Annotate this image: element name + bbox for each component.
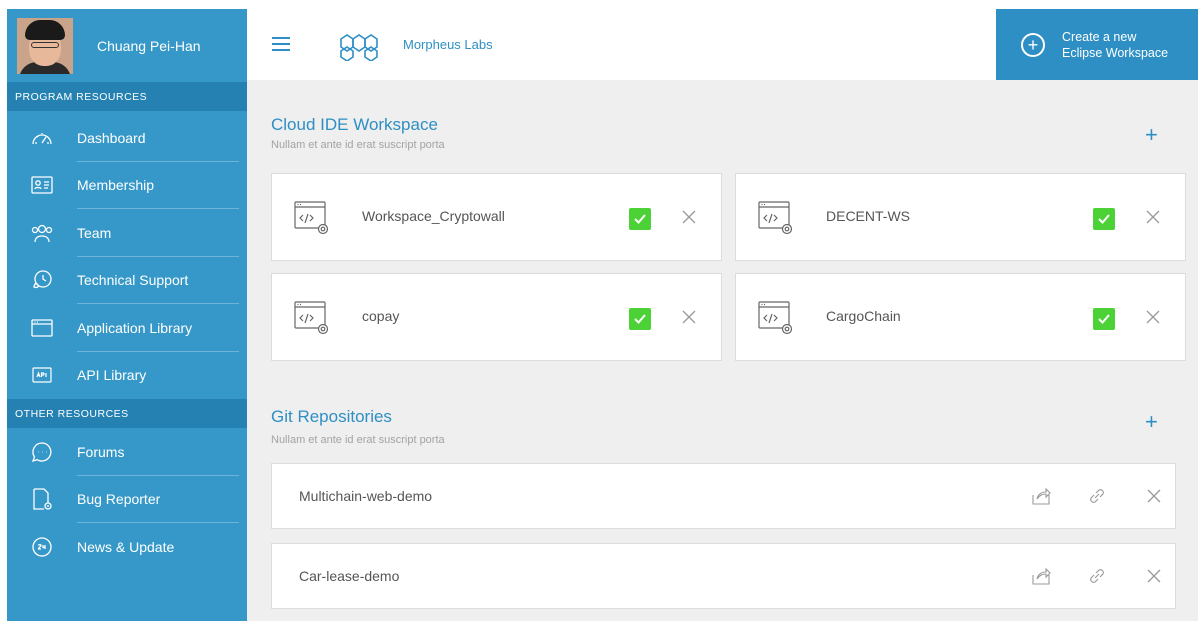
- repos-section-title: Git Repositories: [271, 407, 392, 426]
- news-icon: [7, 535, 77, 559]
- add-repository-button[interactable]: +: [1145, 409, 1158, 435]
- checkbox-checked-icon[interactable]: [629, 308, 651, 330]
- window-icon: [7, 316, 77, 340]
- id-card-icon: [7, 173, 77, 197]
- sidebar-item-application-library[interactable]: Application Library: [7, 304, 247, 352]
- checkbox-checked-icon[interactable]: [1093, 308, 1115, 330]
- sidebar-item-label: Technical Support: [77, 272, 189, 289]
- chat-bubble-icon: [7, 440, 77, 464]
- code-window-icon: [758, 201, 793, 235]
- close-icon[interactable]: [1142, 564, 1166, 588]
- main-content: Cloud IDE Workspace Nullam et ante id er…: [247, 80, 1198, 621]
- create-label-line1: Create a new: [1062, 29, 1137, 44]
- support-icon: [7, 268, 77, 292]
- share-icon[interactable]: [1029, 564, 1053, 588]
- checkbox-checked-icon[interactable]: [1093, 208, 1115, 230]
- create-label-line2: Eclipse Workspace: [1062, 45, 1169, 60]
- workspace-section-title: Cloud IDE Workspace: [271, 115, 438, 134]
- workspace-name: copay: [362, 308, 400, 324]
- sidebar-item-team[interactable]: Team: [7, 209, 247, 257]
- other-resources-heading: OTHER RESOURCES: [7, 399, 247, 428]
- program-resources-heading: PROGRAM RESOURCES: [7, 82, 247, 111]
- repos-section-subtitle: Nullam et ante id erat suscript porta: [271, 434, 445, 446]
- plus-circle-icon: +: [1021, 32, 1045, 57]
- workspace-section-subtitle: Nullam et ante id erat suscript porta: [271, 139, 445, 151]
- avatar[interactable]: [17, 17, 73, 74]
- workspace-card[interactable]: copay: [271, 273, 722, 361]
- repository-row[interactable]: Car-lease-demo: [271, 543, 1176, 609]
- workspace-name: CargoChain: [826, 308, 901, 324]
- code-window-icon: [758, 301, 793, 335]
- close-icon[interactable]: [1143, 307, 1163, 327]
- workspace-card[interactable]: Workspace_Cryptowall: [271, 173, 722, 261]
- code-window-icon: [294, 201, 329, 235]
- close-icon[interactable]: [679, 207, 699, 227]
- sidebar-item-dashboard[interactable]: Dashboard: [7, 114, 247, 162]
- sidebar-item-bug-reporter[interactable]: Bug Reporter: [7, 476, 247, 524]
- api-icon: [7, 363, 77, 387]
- link-icon[interactable]: [1085, 484, 1109, 508]
- code-window-icon: [294, 301, 329, 335]
- workspace-name: DECENT-WS: [826, 208, 910, 224]
- sidebar-item-label: Bug Reporter: [77, 491, 161, 508]
- close-icon[interactable]: [679, 307, 699, 327]
- sidebar-item-label: Application Library: [77, 319, 193, 336]
- program-resources-list: Dashboard Membership Team Technical Supp…: [7, 111, 247, 399]
- workspace-name: Workspace_Cryptowall: [362, 208, 505, 224]
- sidebar-item-label: Forums: [77, 443, 125, 460]
- other-resources-list: Forums Bug Reporter News & Update: [7, 428, 247, 571]
- sidebar-item-news-update[interactable]: News & Update: [7, 523, 247, 571]
- profile[interactable]: Chuang Pei-Han: [7, 9, 247, 82]
- bug-report-icon: [7, 487, 77, 511]
- sidebar-item-api-library[interactable]: API Library: [7, 352, 247, 400]
- create-workspace-button[interactable]: + Create a new Eclipse Workspace: [996, 9, 1198, 80]
- checkbox-checked-icon[interactable]: [629, 208, 651, 230]
- close-icon[interactable]: [1142, 484, 1166, 508]
- sidebar-item-membership[interactable]: Membership: [7, 162, 247, 210]
- hamburger-menu-icon[interactable]: [272, 37, 290, 51]
- team-icon: [7, 221, 77, 245]
- sidebar-item-technical-support[interactable]: Technical Support: [7, 257, 247, 305]
- sidebar-item-label: API Library: [77, 367, 147, 384]
- create-workspace-label: Create a new Eclipse Workspace: [1062, 29, 1168, 61]
- link-icon[interactable]: [1085, 564, 1109, 588]
- sidebar-item-label: Team: [77, 224, 112, 241]
- workspace-card[interactable]: CargoChain: [735, 273, 1186, 361]
- speedometer-icon: [7, 126, 77, 150]
- share-icon[interactable]: [1029, 484, 1053, 508]
- workspace-card[interactable]: DECENT-WS: [735, 173, 1186, 261]
- sidebar-item-label: Dashboard: [77, 129, 146, 146]
- repository-name: Car-lease-demo: [299, 568, 400, 584]
- add-workspace-button[interactable]: +: [1145, 122, 1158, 148]
- morpheus-labs-logo[interactable]: [335, 25, 395, 61]
- brand-name[interactable]: Morpheus Labs: [403, 37, 493, 52]
- sidebar-item-label: Membership: [77, 177, 155, 194]
- top-bar: Morpheus Labs + Create a new Eclipse Wor…: [247, 9, 1198, 80]
- sidebar-item-label: News & Update: [77, 538, 175, 555]
- profile-name: Chuang Pei-Han: [97, 37, 201, 54]
- repository-name: Multichain-web-demo: [299, 488, 433, 504]
- sidebar-item-forums[interactable]: Forums: [7, 428, 247, 476]
- repository-row[interactable]: Multichain-web-demo: [271, 463, 1176, 529]
- sidebar: Chuang Pei-Han PROGRAM RESOURCES Dashboa…: [7, 9, 247, 621]
- close-icon[interactable]: [1143, 207, 1163, 227]
